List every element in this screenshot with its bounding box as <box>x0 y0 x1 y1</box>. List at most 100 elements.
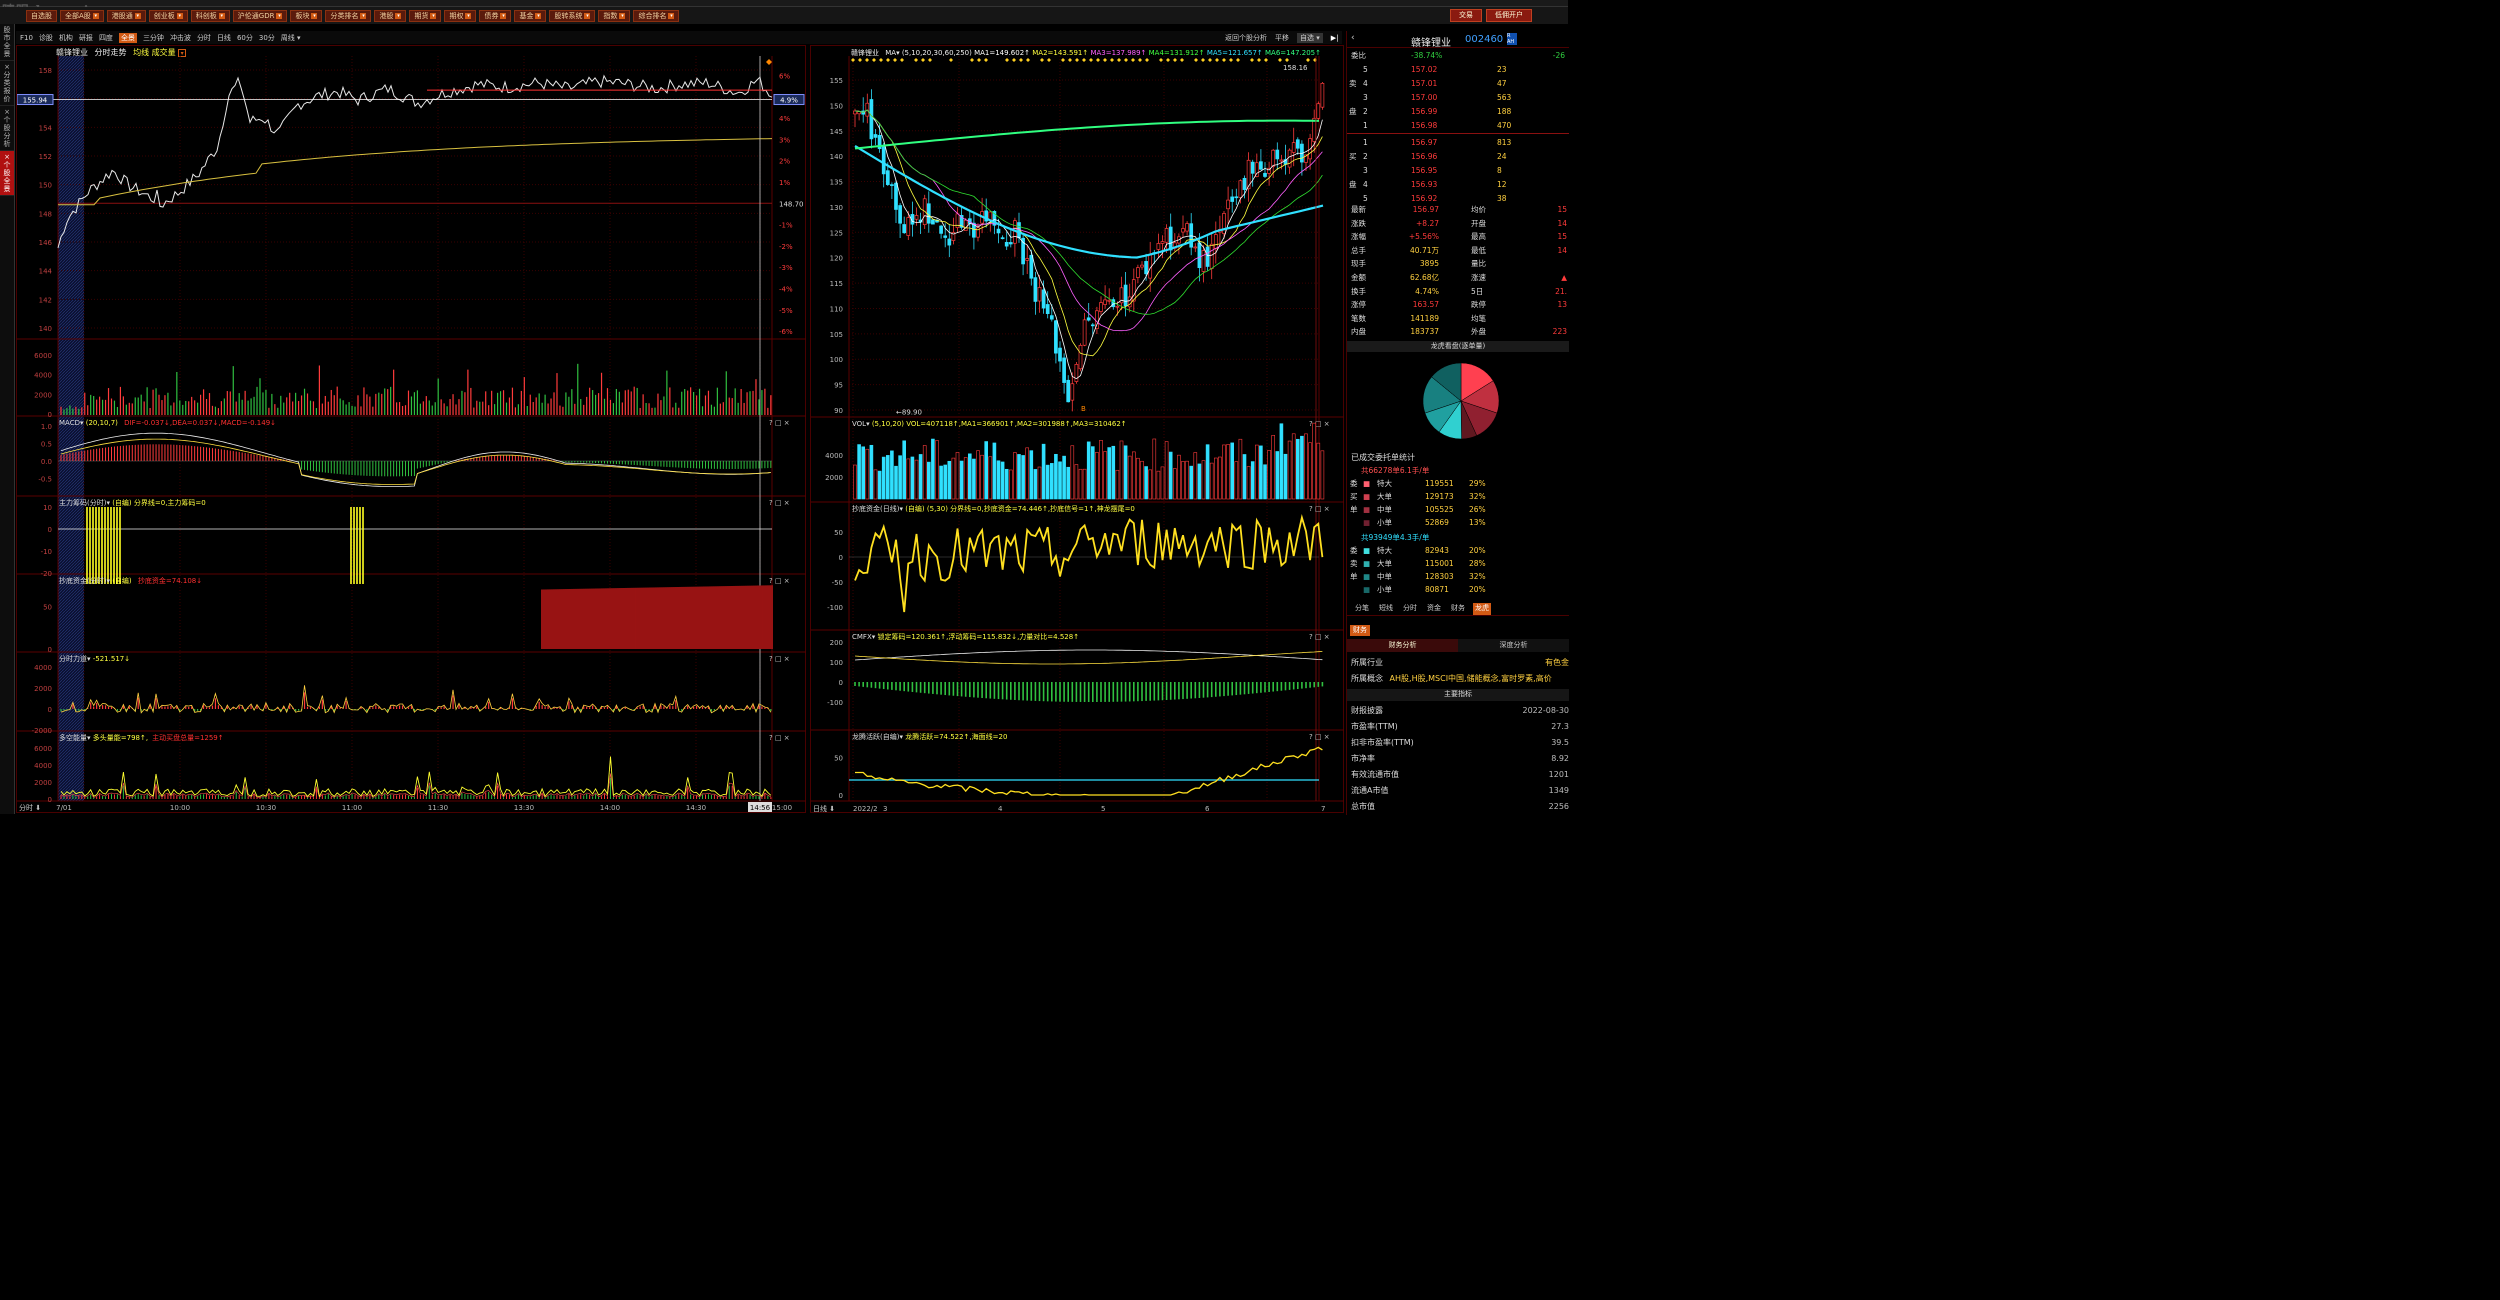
kline-volume-bar <box>1287 440 1292 500</box>
pan-button[interactable]: 平移 <box>1275 33 1289 43</box>
sidebar-tab[interactable]: × 个 股 分 析 <box>0 106 14 151</box>
toolbar-item[interactable]: 分类排名 ▾ <box>325 9 372 22</box>
sidebar-tab[interactable]: × 分 类 报 价 <box>0 61 14 106</box>
back-icon[interactable]: ‹ <box>1351 33 1355 43</box>
toolbar-item-label: 期权 <box>449 11 464 20</box>
candle-body <box>1095 310 1099 330</box>
panel-controls-icon: ? □ × <box>769 419 790 427</box>
close-icon[interactable]: × <box>0 153 14 161</box>
deep-analysis-tab[interactable]: 深度分析 <box>1458 639 1569 652</box>
toolbar-item[interactable]: 板块 ▾ <box>290 9 323 22</box>
candle-body <box>885 170 890 185</box>
kline-volume-bar <box>1074 464 1079 500</box>
kline-axis-label: 100 <box>830 356 843 364</box>
sell-order-row: 卖 ■ 大单 115001 28% <box>1350 557 1569 570</box>
subbar-item[interactable]: 周线 ▾ <box>281 33 301 43</box>
trade-button[interactable]: 交易 <box>1450 9 1482 22</box>
sell-level: 1 156.98 470 <box>1351 119 1569 132</box>
toolbar-item[interactable]: 期权 ▾ <box>444 9 477 22</box>
finance-tag: 财务 <box>1350 625 1370 636</box>
sidebar-tab[interactable]: 股 市 全 景 <box>0 24 14 61</box>
kline-volume-bar <box>1226 444 1230 500</box>
candle-body <box>1185 223 1189 232</box>
candle-body <box>1263 172 1267 177</box>
toolbar-item[interactable]: 综合排名 ▾ <box>633 9 680 22</box>
toolbar-item[interactable]: 全部A股 ▾ <box>60 9 104 22</box>
price-axis-label: 148 <box>39 210 52 218</box>
subbar-item[interactable]: 30分 <box>259 33 275 43</box>
toolbar-item[interactable]: 债券 ▾ <box>479 9 512 22</box>
toolbar-item[interactable]: 沪伦通GDR ▾ <box>232 9 288 22</box>
candle-body <box>931 219 935 225</box>
signal-marker-icon <box>1075 58 1079 62</box>
candle-body <box>1213 234 1218 249</box>
candle-body <box>1004 241 1009 247</box>
candle-body <box>1045 304 1050 314</box>
concept-value[interactable]: AH股,H股,MSCI中国,储能概念,富时罗素,高价 <box>1390 674 1552 683</box>
candle-body <box>1041 289 1046 309</box>
subbar-item[interactable]: 全景 <box>118 32 137 43</box>
quote-tab[interactable]: 龙虎 <box>1473 603 1491 615</box>
quote-tab[interactable]: 财务 <box>1449 603 1467 615</box>
close-icon[interactable]: × <box>0 108 14 116</box>
panel-controls-icon: ? □ × <box>1309 633 1330 641</box>
subbar-item[interactable]: 机构 <box>59 33 73 43</box>
quote-tab[interactable]: 分时 <box>1401 603 1419 615</box>
kline-axis-label: 145 <box>830 128 843 136</box>
close-icon[interactable]: × <box>0 63 14 71</box>
kline-axis-label: 120 <box>830 255 843 263</box>
kline-volume-bar <box>1181 461 1185 500</box>
time-axis-label: 13:30 <box>514 804 534 812</box>
toolbar-item[interactable]: 科创板 ▾ <box>190 9 230 22</box>
quote-tab[interactable]: 资金 <box>1425 603 1443 615</box>
subbar-item[interactable]: 研报 <box>79 33 93 43</box>
kline-volume-bar <box>853 464 857 500</box>
subbar-item[interactable]: 诊股 <box>39 33 53 43</box>
back-to-analysis-link[interactable]: 返回个股分析 <box>1225 33 1267 43</box>
candle-body <box>1230 196 1235 202</box>
toolbar-item-label: 港股 <box>379 11 394 20</box>
dropdown-icon: ▾ <box>535 12 542 19</box>
watchlist-dropdown[interactable]: 自选 ▾ <box>1297 32 1323 43</box>
toolbar-item[interactable]: 期货 ▾ <box>409 9 442 22</box>
sidebar-tab[interactable]: × 个 股 全 景 <box>0 151 14 196</box>
subbar-item[interactable]: 60分 <box>237 33 253 43</box>
stat-value: 4.74% <box>1415 286 1439 296</box>
vol-axis-label: 2000 <box>825 474 843 482</box>
subbar-item[interactable]: 分时 <box>197 33 211 43</box>
toolbar-item-label: 分类排名 <box>330 11 359 20</box>
toolbar-item[interactable]: 股转系统 ▾ <box>549 9 596 22</box>
subbar-right: 返回个股分析 平移 自选 ▾ ▶| <box>1225 31 1339 44</box>
signal-marker-icon <box>886 58 890 62</box>
kline-volume-bar <box>1050 463 1054 500</box>
quote-tab[interactable]: 分笔 <box>1353 603 1371 615</box>
subbar-item[interactable]: 冲击波 <box>170 33 191 43</box>
candle-body <box>939 225 943 234</box>
order-pct: 32% <box>1469 492 1486 501</box>
kline-volume-bar <box>1054 453 1058 500</box>
chart-subbar: F10 诊股 机构 研报 四度 全景 三分钟 冲击波 分时 日线 60分 30分 周线 ▾ <box>16 31 1342 44</box>
kline-volume-bar <box>968 453 972 500</box>
toolbar-item[interactable]: 自选股 <box>26 9 57 22</box>
subbar-item[interactable]: 日线 <box>217 33 231 43</box>
toolbar-item[interactable]: 港股通 ▾ <box>106 9 146 22</box>
quote-tab[interactable]: 短线 <box>1377 603 1395 615</box>
finance-analysis-tab[interactable]: 财务分析 <box>1347 639 1458 652</box>
kline-axis-label: 140 <box>830 153 843 161</box>
subbar-item[interactable]: 三分钟 <box>143 33 164 43</box>
subbar-item[interactable]: 四度 <box>99 33 113 43</box>
signal-marker-icon <box>1201 58 1205 62</box>
toolbar-item[interactable]: 基金 ▾ <box>514 9 547 22</box>
panel-controls-icon: ? □ × <box>769 577 790 585</box>
subbar-item[interactable]: F10 <box>20 34 33 42</box>
toolbar-item[interactable]: 港股 ▾ <box>374 9 407 22</box>
toolbar-item[interactable]: 创业板 ▾ <box>148 9 188 22</box>
side-label: 委 <box>1350 546 1358 555</box>
candle-body <box>1070 383 1075 401</box>
expand-icon[interactable]: ▶| <box>1331 34 1339 42</box>
stat-row: 涨幅 +5.56% 最高 15 <box>1351 230 1569 243</box>
toolbar-item[interactable]: 指数 ▾ <box>598 9 631 22</box>
industry-value[interactable]: 有色金 <box>1545 655 1569 671</box>
date-axis-label: 5 <box>1101 805 1105 813</box>
open-account-button[interactable]: 低佣开户 <box>1486 9 1532 22</box>
